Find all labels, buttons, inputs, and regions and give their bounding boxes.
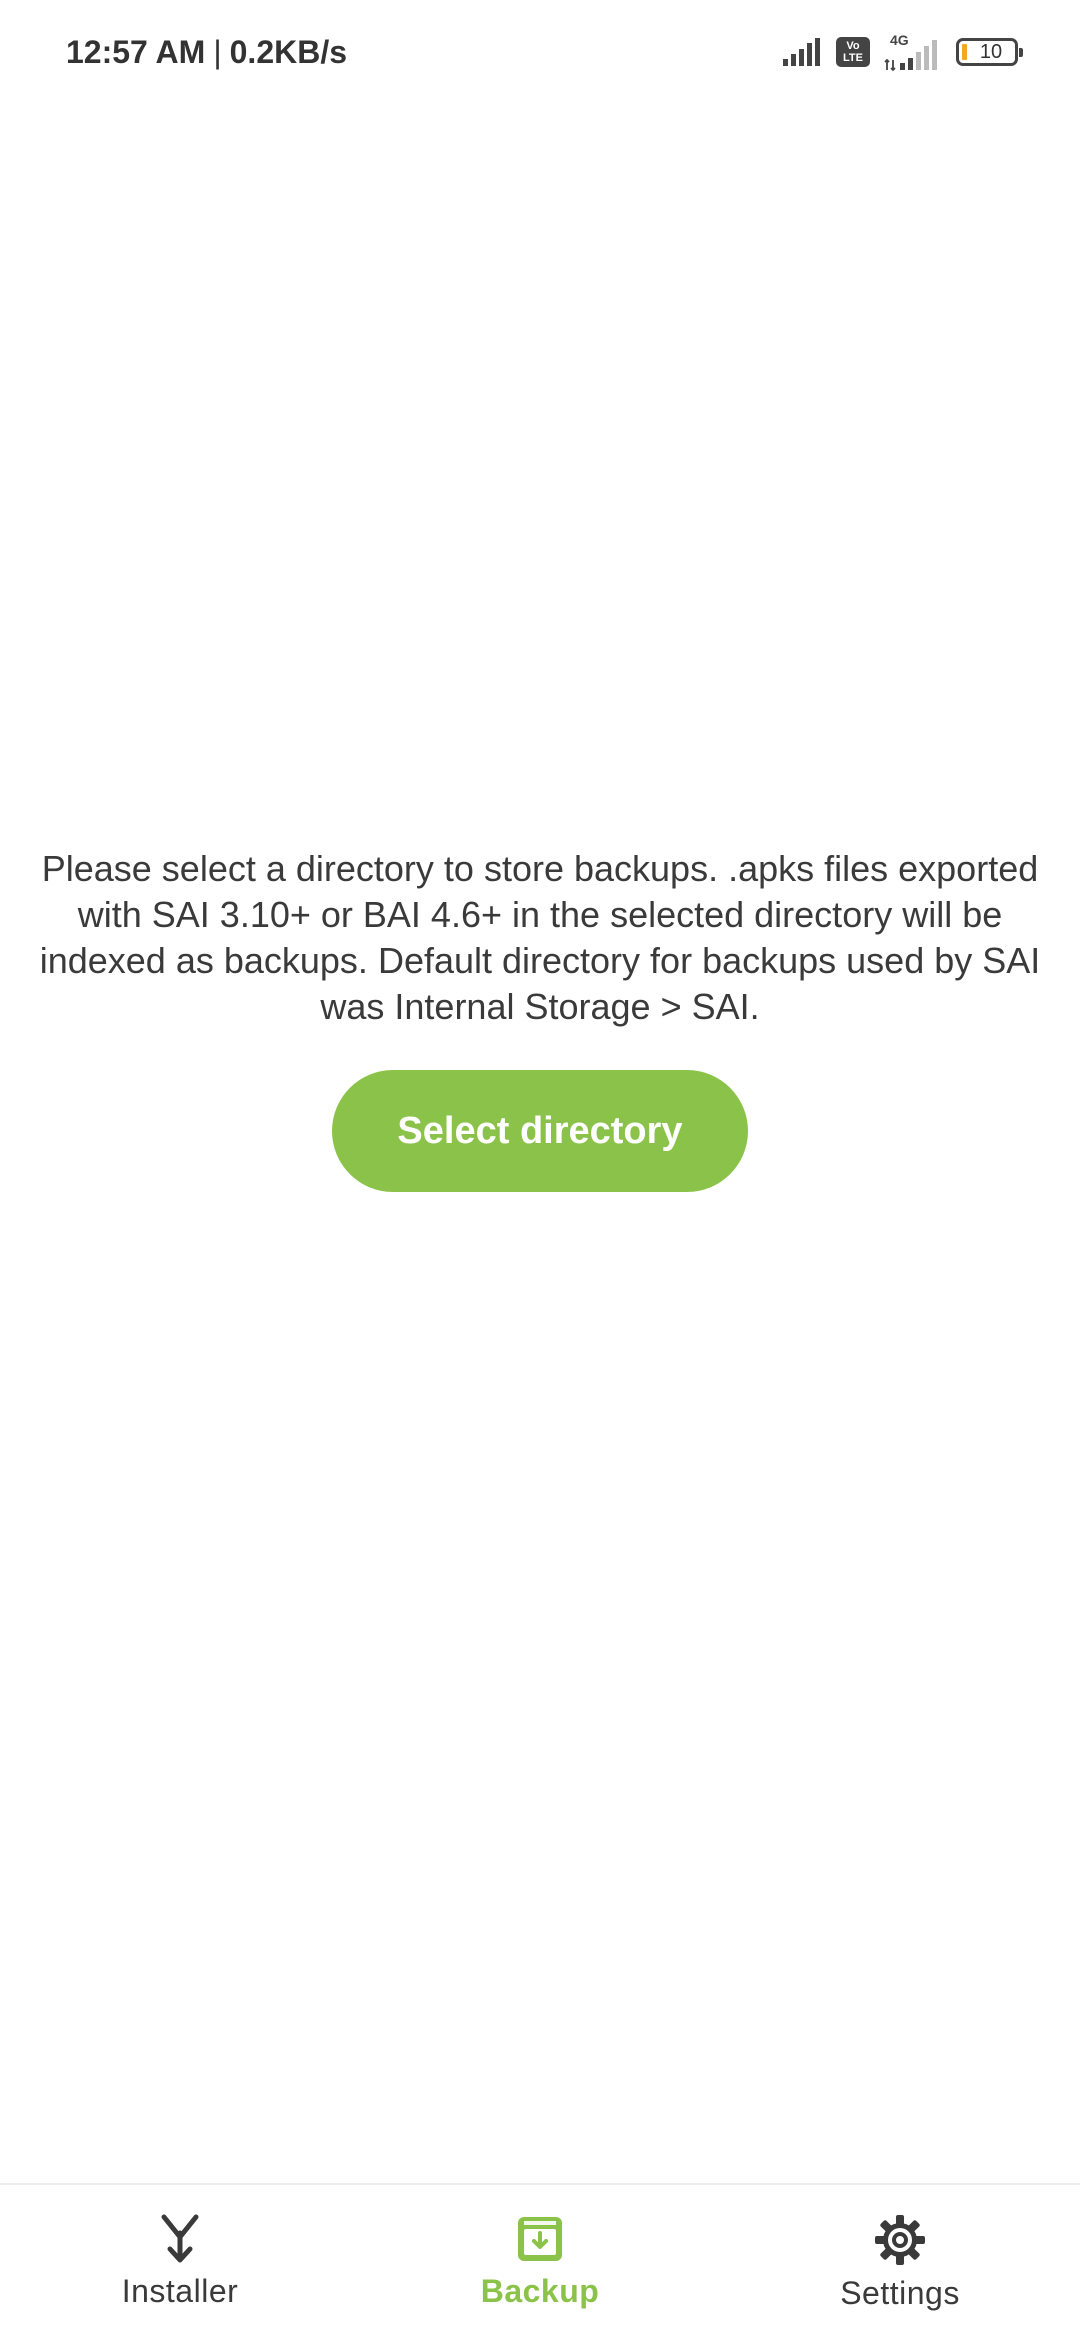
status-time: 12:57 AM: [66, 33, 206, 70]
nav-label-installer: Installer: [121, 2273, 239, 2309]
status-separator: |: [213, 33, 222, 70]
status-bar: 12:57 AM | 0.2KB/s Vo LTE 4G 10: [0, 0, 1080, 100]
battery-level: 10: [979, 40, 1003, 63]
backup-empty-state: Please select a directory to store backu…: [30, 846, 1050, 1192]
select-directory-button[interactable]: Select directory: [332, 1070, 748, 1192]
volte-line-2: LTE: [843, 52, 863, 64]
installer-merge-icon: [156, 2213, 204, 2265]
nav-item-installer[interactable]: Installer: [0, 2185, 360, 2340]
nav-item-settings[interactable]: Settings: [720, 2185, 1080, 2340]
signal-4g-icon: 4G: [884, 32, 942, 72]
backup-archive-icon: [514, 2213, 566, 2265]
volte-line-1: Vo: [846, 40, 860, 52]
status-left: 12:57 AM | 0.2KB/s: [66, 30, 347, 74]
status-right: Vo LTE 4G 10: [782, 30, 1023, 74]
nav-item-backup[interactable]: Backup: [360, 2185, 720, 2340]
volte-icon: Vo LTE: [836, 37, 870, 67]
signal-icon: [782, 37, 822, 67]
nav-label-backup: Backup: [480, 2273, 600, 2309]
settings-gear-icon: [873, 2213, 927, 2267]
battery-icon: 10: [956, 38, 1023, 66]
bottom-navigation: Installer Backup Settings: [0, 2183, 1080, 2340]
network-speed: 0.2KB/s: [229, 33, 348, 70]
select-directory-message: Please select a directory to store backu…: [39, 848, 1041, 1027]
nav-label-settings: Settings: [840, 2275, 960, 2311]
